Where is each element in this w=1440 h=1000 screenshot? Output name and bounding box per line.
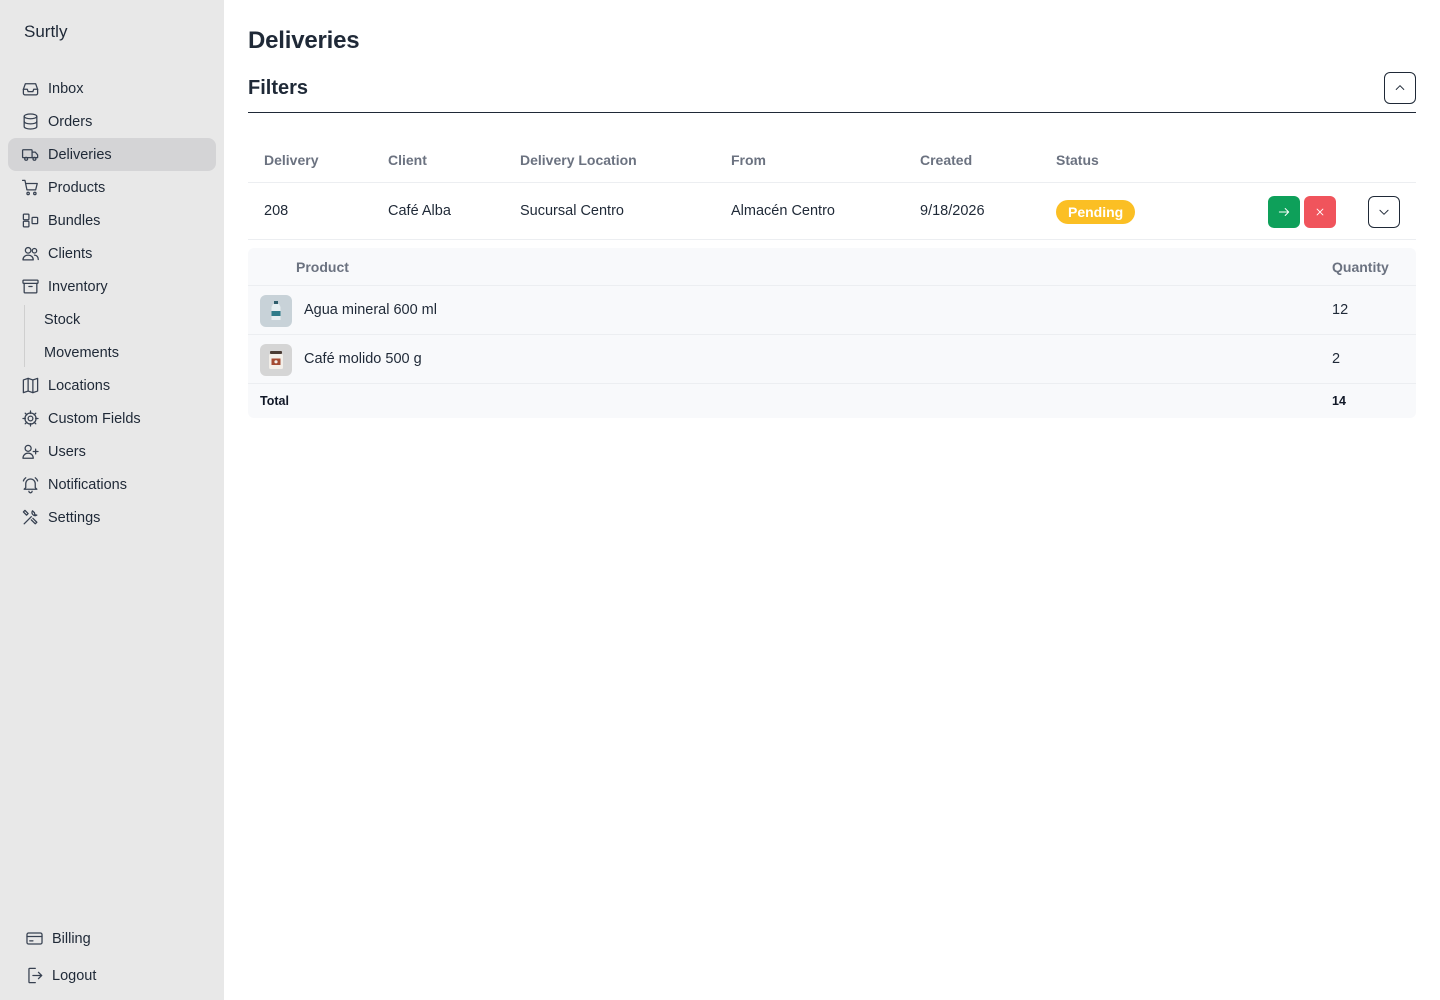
sidebar-item-label: Users [48,443,86,460]
column-header-status[interactable]: Status [1056,152,1099,168]
sidebar-item-users[interactable]: Users [8,435,216,468]
sidebar-nav: Inbox Orders Deliveries Products Bundles… [8,72,216,534]
sidebar-item-label: Custom Fields [48,410,141,427]
cell-from: Almacén Centro [731,203,835,219]
cell-client: Café Alba [388,203,451,219]
cancel-delivery-button[interactable] [1304,196,1336,228]
sidebar-item-bundles[interactable]: Bundles [8,204,216,237]
inventory-submenu: Stock Movements [24,303,216,369]
column-header-product: Product [296,259,349,275]
column-header-quantity: Quantity [1332,259,1389,275]
column-header-delivery[interactable]: Delivery [264,152,318,168]
table-row[interactable]: 208 Café Alba Sucursal Centro Almacén Ce… [248,183,1416,240]
sidebar-item-settings[interactable]: Settings [8,501,216,534]
sidebar-item-label: Clients [48,245,93,262]
sidebar-item-locations[interactable]: Locations [8,369,216,402]
sidebar-item-label: Billing [52,930,91,947]
coffee-jar-icon [260,344,292,376]
product-quantity: 12 [1332,302,1349,318]
cell-created: 9/18/2026 [920,203,985,219]
cart-icon [20,178,40,198]
sidebar-item-logout[interactable]: Logout [16,957,216,994]
app-brand: Surtly [24,22,68,41]
sidebar-item-billing[interactable]: Billing [16,920,216,957]
cell-delivery-id: 208 [264,203,289,219]
sidebar-item-inventory[interactable]: Inventory [8,270,216,303]
product-name: Café molido 500 g [304,351,422,367]
sidebar-subitem-movements[interactable]: Movements [24,336,216,369]
column-header-client[interactable]: Client [388,152,427,168]
sidebar-item-orders[interactable]: Orders [8,105,216,138]
sidebar-item-label: Bundles [48,212,101,229]
sidebar-item-label: Notifications [48,476,127,493]
sidebar-item-products[interactable]: Products [8,171,216,204]
user-plus-icon [20,442,40,462]
product-quantity: 2 [1332,351,1341,367]
sidebar-item-label: Settings [48,509,101,526]
database-icon [20,112,40,132]
sidebar-item-label: Deliveries [48,146,112,163]
total-value: 14 [1332,394,1346,408]
delivery-detail-panel: Product Quantity Agua mineral 600 ml 12 [248,248,1416,418]
sidebar-item-inbox[interactable]: Inbox [8,72,216,105]
chevron-up-icon [1395,85,1405,91]
sidebar-item-label: Logout [52,967,97,984]
sidebar-item-label: Movements [44,344,119,361]
chevron-down-icon [1379,209,1389,215]
cell-delivery-location: Sucursal Centro [520,203,624,219]
sidebar-item-notifications[interactable]: Notifications [8,468,216,501]
detail-total-row: Total 14 [248,384,1416,418]
sidebar-item-label: Orders [48,113,93,130]
page-title: Deliveries [248,27,360,54]
sidebar-item-custom-fields[interactable]: Custom Fields [8,402,216,435]
column-header-created[interactable]: Created [920,152,972,168]
status-badge: Pending [1056,200,1136,224]
product-name: Agua mineral 600 ml [304,302,437,318]
total-label: Total [260,394,289,408]
sidebar-subitem-stock[interactable]: Stock [24,303,216,336]
dispatch-button[interactable] [1268,196,1300,228]
detail-table-header: Product Quantity [248,248,1416,286]
column-header-delivery-location[interactable]: Delivery Location [520,152,637,168]
filters-divider [248,112,1416,113]
sidebar: Surtly Inbox Orders Deliveries Products … [0,0,224,1000]
truck-icon [20,145,40,165]
bell-icon [20,475,40,495]
sidebar-item-label: Stock [44,311,81,328]
arrow-right-icon [1278,208,1290,216]
list-item: Agua mineral 600 ml 12 [248,286,1416,335]
filters-title: Filters [248,77,309,99]
deliveries-table-header: Delivery Client Delivery Location From C… [248,140,1416,183]
sidebar-item-label: Inventory [48,278,108,295]
expand-row-button[interactable] [1368,196,1400,228]
users-icon [20,244,40,264]
list-item: Café molido 500 g 2 [248,335,1416,384]
card-icon [24,929,44,949]
cog-icon [20,409,40,429]
sidebar-item-deliveries[interactable]: Deliveries [8,138,216,171]
bundle-icon [20,211,40,231]
sidebar-item-clients[interactable]: Clients [8,237,216,270]
close-icon [1316,208,1324,216]
map-icon [20,376,40,396]
tools-icon [20,508,40,528]
archive-icon [20,277,40,297]
filters-collapse-button[interactable] [1384,72,1416,104]
water-bottle-icon [260,295,292,327]
sidebar-item-label: Products [48,179,106,196]
sidebar-bottom-nav: Billing Logout [16,920,216,994]
column-header-from[interactable]: From [731,152,766,168]
logout-icon [24,966,44,986]
inbox-icon [20,79,40,99]
sidebar-item-label: Inbox [48,80,84,97]
sidebar-item-label: Locations [48,377,111,394]
